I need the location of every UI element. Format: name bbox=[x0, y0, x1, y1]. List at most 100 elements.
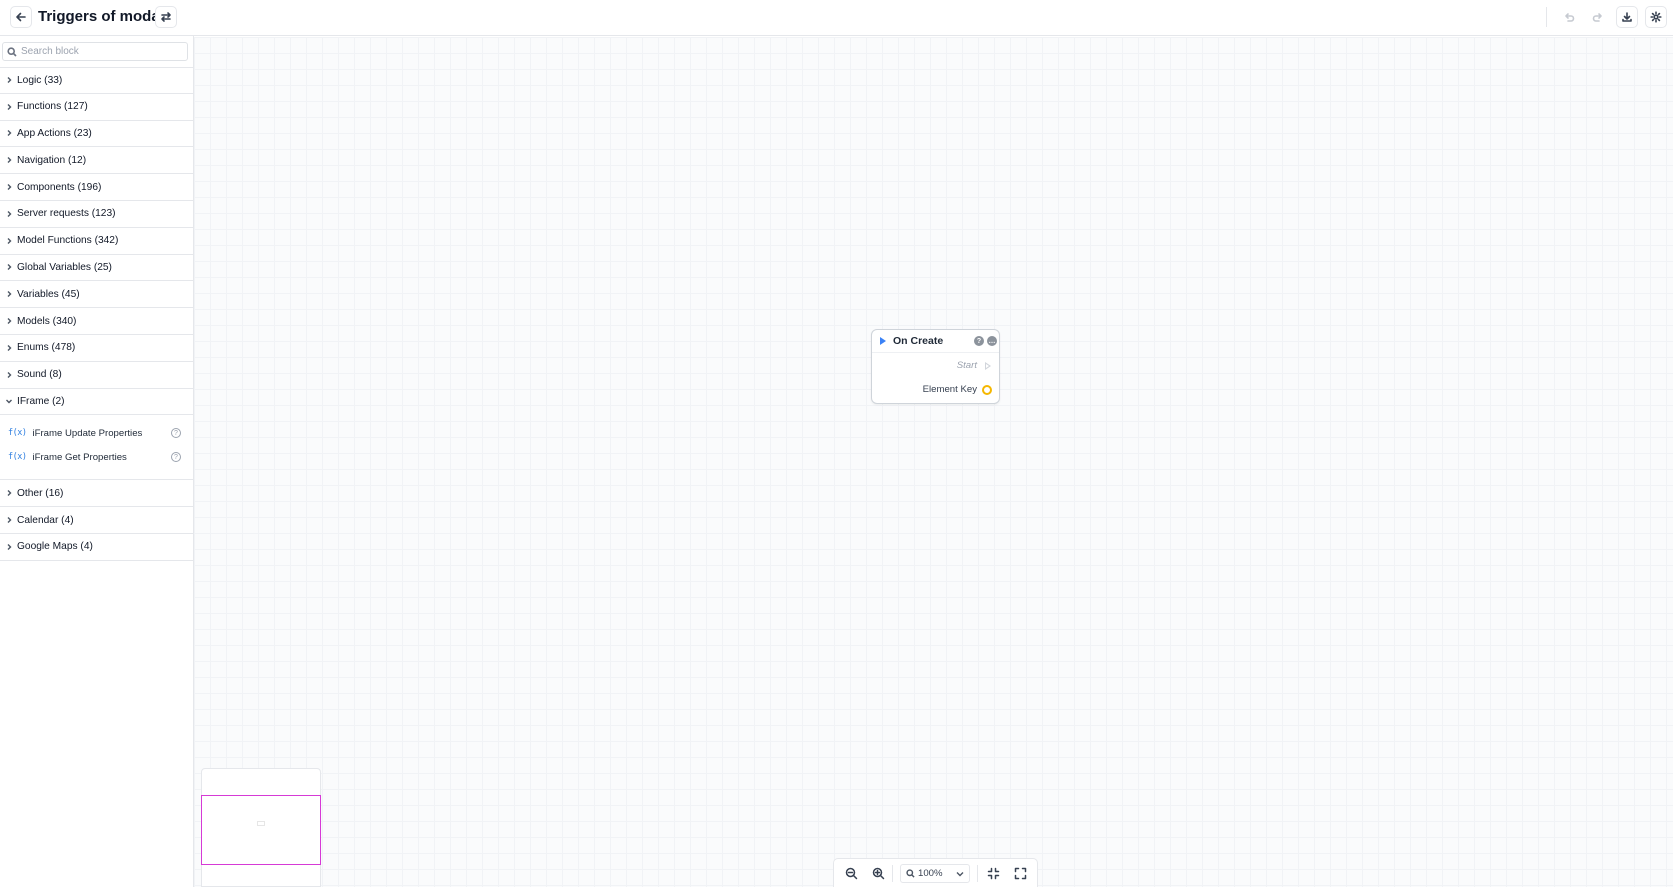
chevron-right-icon bbox=[7, 517, 12, 524]
category-label: Navigation (12) bbox=[17, 154, 87, 166]
node-output-element-key: Element Key bbox=[922, 384, 977, 395]
category-items: f(x) iFrame Update Properties? f(x) iFrame … bbox=[0, 415, 193, 481]
chevron-right-icon bbox=[7, 157, 12, 164]
sidebar-category[interactable]: Models (340) bbox=[0, 308, 193, 335]
chevron-right-icon bbox=[7, 371, 12, 378]
block-item-label: iFrame Update Properties bbox=[32, 427, 143, 439]
sidebar-category[interactable]: Sound (8) bbox=[0, 362, 193, 389]
minimap-viewport[interactable] bbox=[201, 795, 321, 865]
search-box[interactable] bbox=[2, 42, 188, 61]
sidebar-category-expanded[interactable]: IFrame (2) bbox=[0, 389, 193, 416]
chevron-right-icon bbox=[7, 543, 12, 550]
chevron-down-icon bbox=[956, 872, 964, 877]
sidebar-category[interactable]: Model Functions (342) bbox=[0, 228, 193, 255]
chevron-right-icon bbox=[7, 264, 12, 271]
zoom-divider bbox=[892, 865, 893, 882]
category-label: Global Variables (25) bbox=[17, 261, 112, 273]
node-title: On Create bbox=[893, 335, 944, 347]
value-port[interactable] bbox=[982, 385, 992, 395]
category-label: Model Functions (342) bbox=[17, 235, 119, 247]
block-sidebar: Logic (33) Functions (127) App Actions (23… bbox=[0, 36, 194, 887]
zoom-out-icon bbox=[845, 867, 857, 879]
sidebar-category[interactable]: Logic (33) bbox=[0, 67, 193, 94]
collapse-icon bbox=[987, 867, 999, 879]
blocks-canvas[interactable] bbox=[194, 37, 1673, 887]
download-button[interactable] bbox=[1616, 6, 1638, 28]
category-label: IFrame (2) bbox=[17, 395, 65, 407]
on-create-node[interactable]: On Create ? … Start Element Key bbox=[871, 329, 1000, 404]
gear-icon bbox=[1650, 11, 1662, 23]
switch-button[interactable] bbox=[155, 6, 177, 28]
fullscreen-button[interactable] bbox=[1013, 866, 1027, 880]
redo-icon bbox=[1592, 13, 1602, 22]
undo-button[interactable] bbox=[1558, 6, 1580, 28]
zoom-toolbar: 100% bbox=[833, 858, 1038, 887]
node-output-start: Start bbox=[956, 360, 977, 371]
block-item[interactable]: f(x) iFrame Update Properties? bbox=[0, 421, 193, 445]
help-icon[interactable]: ? bbox=[974, 336, 984, 346]
sidebar-category[interactable]: Variables (45) bbox=[0, 281, 193, 309]
redo-button[interactable] bbox=[1587, 6, 1609, 28]
undo-icon bbox=[1565, 13, 1575, 22]
arrow-left-icon bbox=[16, 12, 26, 22]
sidebar-category[interactable]: Components (196) bbox=[0, 174, 193, 201]
chevron-right-icon bbox=[7, 237, 12, 244]
header-divider bbox=[1546, 7, 1547, 27]
category-label: Components (196) bbox=[17, 181, 102, 193]
zoom-divider-2 bbox=[977, 865, 978, 882]
category-label: Enums (478) bbox=[17, 342, 76, 354]
search-input[interactable] bbox=[21, 46, 181, 57]
fullscreen-icon bbox=[1014, 867, 1026, 879]
download-icon bbox=[1622, 12, 1632, 22]
exec-port[interactable] bbox=[985, 362, 991, 370]
fit-view-button[interactable] bbox=[986, 866, 1000, 880]
category-label: Variables (45) bbox=[17, 288, 80, 300]
minimap[interactable] bbox=[201, 768, 321, 887]
help-icon[interactable]: ? bbox=[171, 428, 181, 439]
block-item[interactable]: f(x) iFrame Get Properties? bbox=[0, 445, 193, 469]
zoom-in-icon bbox=[872, 867, 884, 879]
chevron-right-icon bbox=[7, 318, 12, 325]
category-label: Other (16) bbox=[17, 487, 64, 499]
chevron-right-icon bbox=[7, 130, 12, 137]
search-icon bbox=[906, 869, 915, 878]
settings-button[interactable] bbox=[1645, 6, 1667, 28]
zoom-level-value: 100% bbox=[918, 868, 943, 879]
block-item-label: iFrame Get Properties bbox=[32, 451, 127, 463]
zoom-out-button[interactable] bbox=[844, 866, 858, 880]
function-icon: f(x) bbox=[8, 452, 27, 463]
zoom-level-select[interactable]: 100% bbox=[900, 864, 970, 883]
chevron-down-icon bbox=[6, 399, 12, 404]
help-icon[interactable]: ? bbox=[171, 452, 181, 463]
chevron-right-icon bbox=[7, 184, 12, 191]
category-label: Server requests (123) bbox=[17, 208, 116, 220]
node-header: On Create ? … bbox=[872, 330, 999, 353]
category-label: Google Maps (4) bbox=[17, 541, 93, 553]
chevron-right-icon bbox=[7, 210, 12, 217]
sidebar-category[interactable]: Navigation (12) bbox=[0, 147, 193, 175]
back-button[interactable] bbox=[10, 6, 32, 28]
sidebar-category[interactable]: Server requests (123) bbox=[0, 201, 193, 228]
chevron-right-icon bbox=[7, 490, 12, 497]
swap-icon bbox=[161, 12, 171, 22]
category-label: Logic (33) bbox=[17, 74, 63, 86]
zoom-in-button[interactable] bbox=[871, 866, 885, 880]
minimap-node bbox=[257, 821, 265, 826]
sidebar-category[interactable]: Global Variables (25) bbox=[0, 255, 193, 282]
chevron-right-icon bbox=[7, 77, 12, 84]
function-icon: f(x) bbox=[8, 428, 27, 439]
comment-icon[interactable]: … bbox=[987, 336, 997, 346]
sidebar-category[interactable]: Other (16) bbox=[0, 480, 193, 508]
sidebar-category[interactable]: Calendar (4) bbox=[0, 507, 193, 534]
category-label: Calendar (4) bbox=[17, 514, 74, 526]
sidebar-category[interactable]: Functions (127) bbox=[0, 94, 193, 121]
category-label: App Actions (23) bbox=[17, 127, 92, 139]
sidebar-category[interactable]: Enums (478) bbox=[0, 335, 193, 362]
top-header: Triggers of modal bbox=[0, 0, 1673, 36]
category-label: Models (340) bbox=[17, 315, 77, 327]
category-list: Logic (33) Functions (127) App Actions (23… bbox=[0, 67, 193, 561]
category-label: Sound (8) bbox=[17, 369, 62, 381]
sidebar-category[interactable]: App Actions (23) bbox=[0, 121, 193, 148]
sidebar-category[interactable]: Google Maps (4) bbox=[0, 534, 193, 561]
chevron-right-icon bbox=[7, 103, 12, 110]
